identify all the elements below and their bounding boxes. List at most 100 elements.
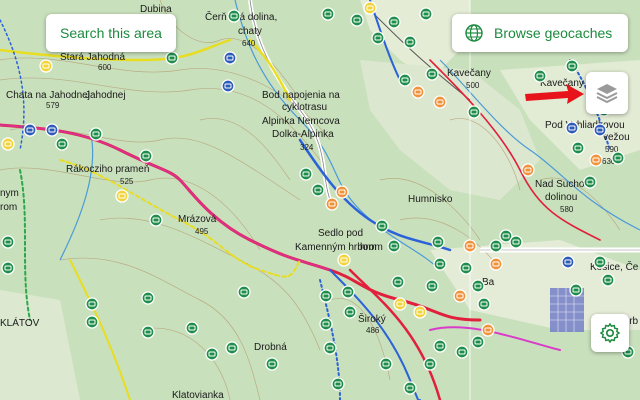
geocache-marker[interactable]	[371, 31, 385, 45]
geocache-marker[interactable]	[350, 13, 364, 27]
geocache-marker[interactable]	[335, 185, 349, 199]
geocache-marker[interactable]	[387, 239, 401, 253]
elevation-label: 486	[366, 326, 380, 335]
geocache-marker[interactable]	[413, 305, 427, 319]
geocache-marker[interactable]	[433, 339, 447, 353]
geocache-marker[interactable]	[403, 35, 417, 49]
map-canvas[interactable]: Dubina Čerň ská dolina, chaty Stará Jaho…	[0, 0, 640, 400]
geocache-marker[interactable]	[321, 7, 335, 21]
geocache-marker[interactable]	[323, 341, 337, 355]
geocache-marker[interactable]	[141, 325, 155, 339]
place-label: Bod napojenia na	[262, 90, 340, 101]
geocache-marker[interactable]	[139, 149, 153, 163]
geocache-marker[interactable]	[419, 7, 433, 21]
geocache-marker[interactable]	[141, 291, 155, 305]
geocache-marker[interactable]	[477, 297, 491, 311]
place-label: cyklotrasu	[282, 102, 327, 113]
geocache-marker[interactable]	[425, 279, 439, 293]
geocache-marker[interactable]	[398, 73, 412, 87]
geocache-marker[interactable]	[463, 239, 477, 253]
geocache-marker[interactable]	[467, 105, 481, 119]
geocache-marker[interactable]	[453, 289, 467, 303]
geocache-marker[interactable]	[341, 285, 355, 299]
geocache-marker[interactable]	[393, 297, 407, 311]
geocache-marker[interactable]	[583, 175, 597, 189]
geocache-marker[interactable]	[221, 79, 235, 93]
place-label: Mrázová	[178, 214, 217, 225]
geocache-marker[interactable]	[319, 289, 333, 303]
geocache-marker[interactable]	[565, 59, 579, 73]
place-label: Pod Vyhliadkovou	[545, 120, 625, 131]
elevation-label: 640	[242, 39, 256, 48]
geocache-marker[interactable]	[571, 141, 585, 155]
geocache-marker[interactable]	[165, 51, 179, 65]
geocache-marker[interactable]	[593, 255, 607, 269]
geocache-marker[interactable]	[319, 317, 333, 331]
geocache-marker[interactable]	[85, 297, 99, 311]
geocache-marker[interactable]	[593, 123, 607, 137]
geocache-marker[interactable]	[343, 305, 357, 319]
place-label: rom	[0, 202, 17, 213]
geocache-marker[interactable]	[375, 219, 389, 233]
geocache-marker[interactable]	[387, 15, 401, 29]
geocache-marker[interactable]	[589, 153, 603, 167]
geocache-marker[interactable]	[459, 261, 473, 275]
geocache-marker[interactable]	[311, 183, 325, 197]
geocache-marker[interactable]	[265, 357, 279, 371]
geocache-marker[interactable]	[425, 67, 439, 81]
geocache-marker[interactable]	[565, 121, 579, 135]
geocache-marker[interactable]	[433, 95, 447, 109]
geocache-marker[interactable]	[55, 137, 69, 151]
geocache-marker[interactable]	[45, 123, 59, 137]
geocache-marker[interactable]	[611, 151, 625, 165]
geocache-marker[interactable]	[561, 255, 575, 269]
geocache-marker[interactable]	[379, 357, 393, 371]
geocache-marker[interactable]	[363, 1, 377, 15]
place-label: Kavečany	[540, 78, 584, 89]
geocache-marker[interactable]	[411, 85, 425, 99]
geocache-marker[interactable]	[601, 273, 615, 287]
geocache-marker[interactable]	[299, 167, 313, 181]
search-this-area-button[interactable]: Search this area	[46, 14, 176, 52]
geocache-marker[interactable]	[85, 315, 99, 329]
geocache-marker[interactable]	[431, 235, 445, 249]
place-label: hrom	[360, 242, 383, 253]
geocache-marker[interactable]	[331, 377, 345, 391]
geocache-marker[interactable]	[149, 213, 163, 227]
geocache-marker[interactable]	[39, 59, 53, 73]
geocache-marker[interactable]	[391, 275, 405, 289]
geocache-marker[interactable]	[481, 323, 495, 337]
place-label: vežou	[603, 132, 630, 143]
geocache-marker[interactable]	[423, 357, 437, 371]
geocache-marker[interactable]	[115, 189, 129, 203]
geocache-marker[interactable]	[455, 345, 469, 359]
geocache-marker[interactable]	[489, 239, 503, 253]
geocache-marker[interactable]	[237, 285, 251, 299]
geocache-marker[interactable]	[205, 347, 219, 361]
geocache-marker[interactable]	[185, 321, 199, 335]
geocache-marker[interactable]	[403, 381, 417, 395]
browse-geocaches-button[interactable]: Browse geocaches	[452, 14, 628, 52]
geocache-marker[interactable]	[1, 261, 15, 275]
geocache-marker[interactable]	[489, 257, 503, 271]
geocache-marker[interactable]	[433, 257, 447, 271]
settings-button[interactable]	[591, 314, 629, 352]
geocache-marker[interactable]	[325, 197, 339, 211]
geocache-marker[interactable]	[471, 335, 485, 349]
geocache-marker[interactable]	[223, 51, 237, 65]
elevation-label: 500	[466, 81, 480, 90]
geocache-marker[interactable]	[225, 341, 239, 355]
geocache-marker[interactable]	[337, 253, 351, 267]
geocache-marker[interactable]	[1, 235, 15, 249]
geocache-marker[interactable]	[23, 123, 37, 137]
geocache-marker[interactable]	[569, 283, 583, 297]
geocache-marker[interactable]	[1, 137, 15, 151]
geocache-marker[interactable]	[471, 279, 485, 293]
geocache-marker[interactable]	[533, 69, 547, 83]
geocache-marker[interactable]	[521, 163, 535, 177]
map-layers-button[interactable]	[586, 72, 628, 114]
geocache-marker[interactable]	[89, 127, 103, 141]
geocache-marker[interactable]	[509, 235, 523, 249]
geocache-marker[interactable]	[227, 9, 241, 23]
place-label: Dolka-Alpinka	[272, 129, 334, 140]
